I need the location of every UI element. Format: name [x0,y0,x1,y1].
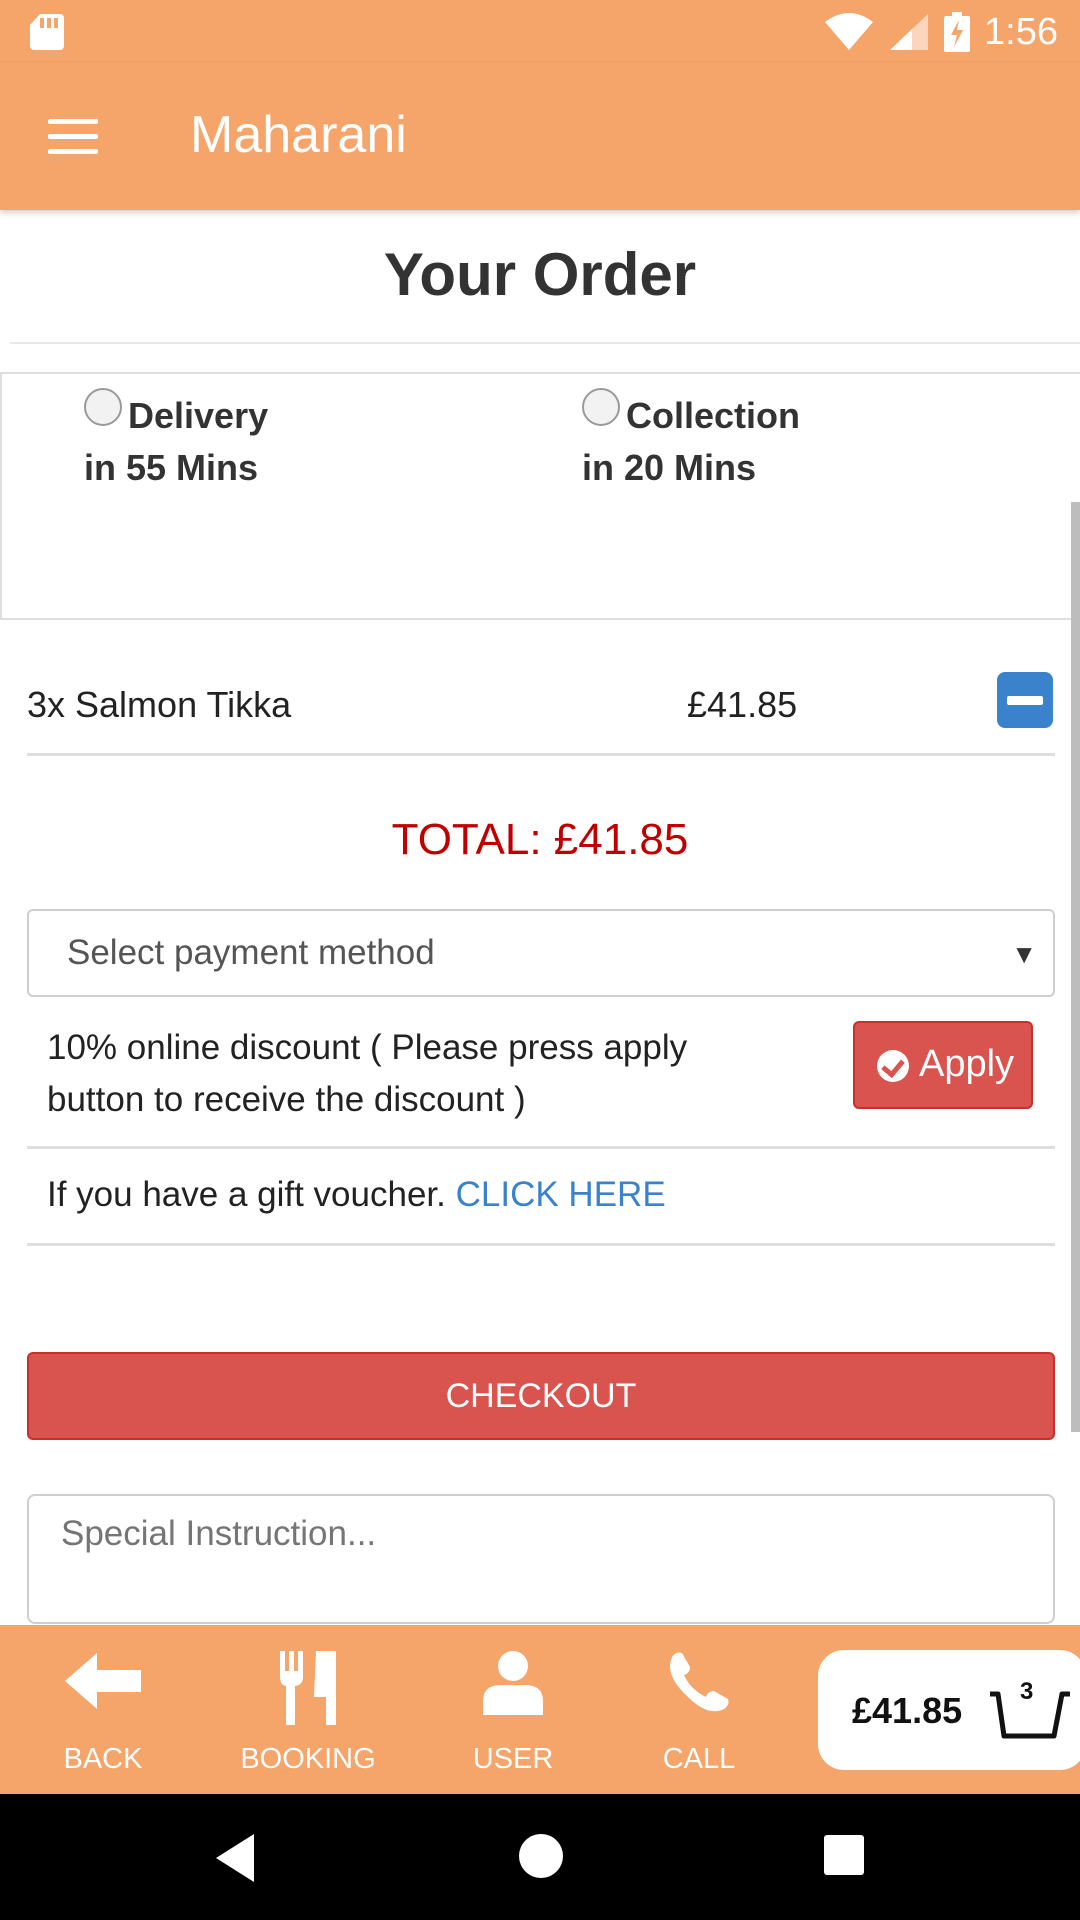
wifi-icon [825,13,874,50]
discount-text: 10% online discount ( Please press apply… [47,1028,688,1119]
apply-label: Apply [919,1043,1015,1085]
system-back-icon[interactable] [216,1834,254,1882]
system-recents-icon[interactable] [824,1835,864,1875]
user-icon [483,1651,543,1715]
phone-icon [670,1652,729,1712]
collection-label: Collection [626,395,801,436]
nav-user-label: USER [472,1743,554,1775]
order-type-options: Delivery in 55 Mins Collection in 20 Min… [0,372,1080,620]
signal-icon [890,14,929,50]
status-bar: 1:56 [0,0,1080,63]
nav-back-label: BACK [63,1743,143,1775]
collection-time: in 20 Mins [582,447,757,488]
delivery-radio[interactable] [84,388,122,426]
apply-discount-button[interactable]: Apply [853,1021,1033,1109]
cart-button[interactable]: £41.85 3 [818,1650,1080,1770]
cart-total: £41.85 [852,1690,963,1731]
nav-back[interactable]: BACK [40,1625,166,1794]
nav-booking-label: BOOKING [240,1743,376,1775]
special-instruction-field[interactable] [27,1494,1055,1624]
cart-count: 3 [1020,1678,1034,1705]
system-nav-bar [0,1794,1080,1920]
delivery-label: Delivery [128,395,269,436]
status-icons: 1:56 [824,8,1058,56]
scrollbar[interactable] [1071,502,1080,1432]
delivery-time: in 55 Mins [84,447,259,488]
payment-select-value: Select payment method [67,933,435,972]
order-total: TOTAL: £41.85 [391,815,689,864]
order-item-row: 3x Salmon Tikka £41.85 [27,660,1055,756]
voucher-prompt: If you have a gift voucher. [47,1175,446,1214]
chevron-down-icon: ▼ [1011,939,1037,969]
sd-card-icon [30,14,64,50]
system-home-icon[interactable] [519,1834,563,1878]
voucher-row: If you have a gift voucher. CLICK HERE [27,1149,1055,1246]
checkout-button[interactable]: CHECKOUT [27,1352,1055,1440]
arrow-left-icon [65,1653,141,1709]
fork-knife-icon [280,1651,336,1725]
delivery-option[interactable]: Delivery in 55 Mins [84,388,269,494]
remove-item-button[interactable] [997,672,1053,728]
item-name: 3x Salmon Tikka [27,684,292,725]
check-circle-icon [877,1050,909,1082]
collection-radio[interactable] [582,388,620,426]
discount-row: 10% online discount ( Please press apply… [27,1000,1055,1149]
divider [10,342,1080,344]
voucher-link[interactable]: CLICK HERE [456,1175,666,1214]
nav-booking[interactable]: BOOKING [228,1625,388,1794]
nav-call-label: CALL [662,1743,736,1775]
status-time: 1:56 [984,10,1058,53]
page-title: Your Order [383,241,697,308]
item-price: £41.85 [687,684,798,725]
app-bar: Maharani [0,63,1080,210]
app-title: Maharani [190,106,407,164]
payment-method-select[interactable]: Select payment method ▼ [27,909,1055,997]
nav-call[interactable]: CALL [636,1625,762,1794]
battery-charging-icon [944,12,971,52]
collection-option[interactable]: Collection in 20 Mins [582,388,801,494]
nav-user[interactable]: USER [450,1625,576,1794]
hamburger-menu-icon[interactable] [48,119,98,155]
voucher-text: If you have a gift voucher. CLICK HERE [47,1175,666,1215]
